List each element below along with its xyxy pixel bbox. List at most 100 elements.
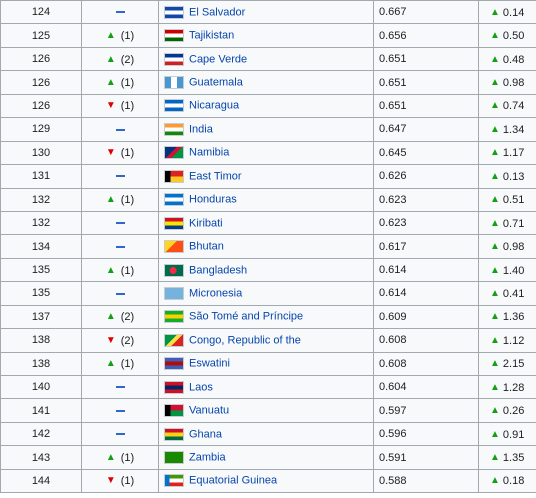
no-change-dash-icon: [115, 175, 125, 178]
rank-change-cell: [81, 374, 159, 400]
rank-change: ▲ (1): [106, 358, 134, 370]
rank-cell: 132: [0, 187, 82, 212]
rank-change-cell: ▼ (1): [81, 468, 159, 494]
hdi-growth-cell: ▲ 2.15: [478, 351, 536, 377]
rank-cell: 131: [0, 164, 82, 189]
no-change-dash-icon: [115, 11, 125, 14]
rank-cell: 125: [0, 23, 82, 48]
growth-value: ▲ 1.28: [490, 382, 524, 394]
rank-cell: 134: [0, 234, 82, 259]
country-link[interactable]: Equatorial Guinea: [189, 475, 277, 487]
growth-amount: 0.74: [502, 100, 525, 113]
country-cell: Micronesia: [158, 281, 374, 306]
country-link[interactable]: Tajikistan: [189, 30, 234, 42]
bangladesh-flag-icon: [164, 263, 184, 277]
table-row: 138 ▲ (1) Eswatini 0.608 ▲ 2.15: [0, 351, 536, 377]
decrease-triangle-icon: ▼: [105, 475, 116, 487]
country-link[interactable]: Kiribati: [189, 217, 223, 229]
country-cell: Cape Verde: [158, 46, 374, 72]
country-cell: Eswatini: [158, 351, 374, 377]
rank-change-amount: (2): [120, 334, 135, 347]
hdi-value-cell: 0.623: [373, 210, 479, 236]
increase-triangle-icon: ▲: [490, 147, 500, 159]
hdi-growth-cell: ▲ 0.74: [478, 93, 536, 119]
country-link[interactable]: Nicaragua: [189, 100, 239, 112]
growth-amount: 0.18: [502, 475, 525, 488]
increase-triangle-icon: ▲: [490, 428, 500, 440]
country-link[interactable]: Ghana: [189, 428, 222, 440]
increase-triangle-icon: ▲: [490, 77, 500, 89]
country-link[interactable]: Eswatini: [189, 358, 230, 370]
increase-triangle-icon: ▲: [105, 30, 116, 42]
el-salvador-flag-icon: [164, 5, 184, 19]
country-link[interactable]: Guatemala: [189, 77, 243, 89]
rank-cell: 142: [0, 421, 82, 447]
table-row: 126 ▼ (1) Nicaragua 0.651 ▲ 0.74: [0, 93, 536, 119]
country-link[interactable]: Honduras: [189, 194, 237, 206]
country-link[interactable]: Congo, Republic of the: [189, 334, 301, 346]
rank-cell: 138: [0, 351, 82, 377]
country-link[interactable]: Zambia: [189, 452, 226, 464]
rank-change-amount: (1): [120, 475, 135, 488]
rank-change-cell: ▲ (1): [81, 351, 159, 377]
country-link[interactable]: Cape Verde: [189, 53, 247, 65]
rank-change-cell: ▲ (2): [81, 46, 159, 72]
table-row: 143 ▲ (1) Zambia 0.591 ▲ 1.35: [0, 445, 536, 470]
hdi-value-cell: 0.623: [373, 187, 479, 212]
growth-amount: 0.98: [502, 241, 525, 254]
hdi-value-cell: 0.591: [373, 445, 479, 470]
increase-triangle-icon: ▲: [490, 241, 500, 253]
hdi-growth-cell: ▲ 0.26: [478, 398, 536, 423]
country-link[interactable]: Vanuatu: [189, 405, 229, 417]
hdi-growth-cell: ▲ 0.98: [478, 70, 536, 95]
rank-change-cell: ▼ (1): [81, 140, 159, 166]
hdi-value-cell: 0.604: [373, 374, 479, 400]
country-cell: Bangladesh: [158, 257, 374, 283]
rank-cell: 129: [0, 117, 82, 142]
country-link[interactable]: Bhutan: [189, 241, 224, 253]
rank-cell: 143: [0, 445, 82, 470]
rank-change: ▼ (1): [106, 147, 134, 159]
hdi-value-cell: 0.651: [373, 70, 479, 95]
growth-value: ▲ 1.34: [490, 124, 524, 136]
country-cell: Nicaragua: [158, 93, 374, 119]
hdi-growth-cell: ▲ 1.28: [478, 374, 536, 400]
increase-triangle-icon: ▲: [490, 264, 500, 276]
increase-triangle-icon: ▲: [490, 30, 500, 42]
hdi-value-cell: 0.626: [373, 164, 479, 189]
rank-change-cell: ▲ (1): [81, 187, 159, 212]
rank-change-cell: ▲ (1): [81, 445, 159, 470]
hdi-value-cell: 0.651: [373, 46, 479, 72]
rank-change-cell: ▲ (2): [81, 304, 159, 330]
hdi-value-cell: 0.651: [373, 93, 479, 119]
growth-value: ▲ 0.41: [490, 288, 524, 300]
country-link[interactable]: Laos: [189, 381, 213, 393]
growth-amount: 0.13: [502, 170, 525, 183]
table-row: 129 India 0.647 ▲ 1.34: [0, 117, 536, 142]
country-link[interactable]: El Salvador: [189, 6, 245, 18]
growth-value: ▲ 0.98: [490, 241, 524, 253]
table-row: 142 Ghana 0.596 ▲ 0.91: [0, 421, 536, 447]
rank-cell: 126: [0, 70, 82, 95]
country-link[interactable]: Micronesia: [189, 287, 242, 299]
growth-amount: 1.12: [502, 334, 525, 347]
country-link[interactable]: Namibia: [189, 147, 229, 159]
country-cell: São Tomé and Príncipe: [158, 304, 374, 330]
rank-change: ▲ (1): [106, 194, 134, 206]
hdi-value-cell: 0.588: [373, 468, 479, 494]
country-link[interactable]: Bangladesh: [189, 264, 247, 276]
growth-value: ▲ 1.12: [490, 335, 524, 347]
increase-triangle-icon: ▲: [105, 194, 116, 206]
rank-cell: 138: [0, 328, 82, 353]
increase-triangle-icon: ▲: [105, 77, 116, 89]
growth-amount: 0.91: [502, 428, 525, 441]
hdi-growth-cell: ▲ 1.17: [478, 140, 536, 166]
country-link[interactable]: India: [189, 123, 213, 135]
tajikistan-flag-icon: [164, 29, 184, 43]
congo-flag-icon: [164, 333, 184, 347]
growth-value: ▲ 0.14: [490, 7, 524, 19]
increase-triangle-icon: ▲: [490, 6, 500, 18]
country-link[interactable]: East Timor: [189, 170, 242, 182]
growth-amount: 1.28: [502, 381, 525, 394]
country-link[interactable]: São Tomé and Príncipe: [189, 311, 303, 323]
